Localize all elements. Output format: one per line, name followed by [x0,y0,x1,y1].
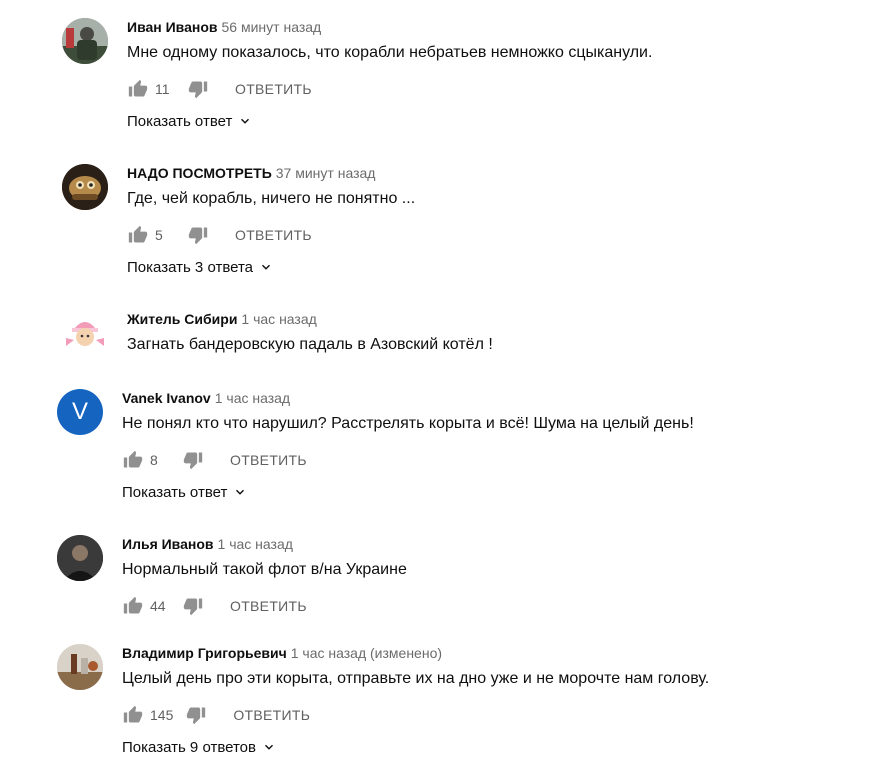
table-photo-avatar-icon [57,644,103,690]
like-button[interactable] [122,704,144,726]
thumb-down-icon [188,79,208,99]
timestamp[interactable]: 56 минут назад [222,19,322,35]
reply-button[interactable]: ОТВЕТИТЬ [235,81,312,97]
soldier-photo-avatar-icon [62,18,108,64]
chevron-down-icon [238,114,252,128]
timestamp[interactable]: 37 минут назад [276,165,376,181]
author-name[interactable]: Иван Иванов [127,19,218,35]
like-button[interactable] [127,78,149,100]
thumb-up-icon [123,705,143,725]
comment-header: Илья Иванов 1 час назад [122,535,407,553]
comment-actions: 11 ОТВЕТИТЬ [127,77,652,101]
show-replies-button[interactable]: Показать 3 ответа [127,255,415,279]
like-count: 5 [155,227,163,243]
like-button[interactable] [127,224,149,246]
timestamp[interactable]: 1 час назад [241,311,316,327]
avatar[interactable] [57,644,103,690]
comment-actions: 44 ОТВЕТИТЬ [122,594,407,618]
author-name[interactable]: Илья Иванов [122,536,214,552]
show-replies-button[interactable]: Показать 9 ответов [122,735,709,759]
man-portrait-avatar-icon [57,535,103,581]
thumb-up-icon [123,450,143,470]
comment-header: Иван Иванов 56 минут назад [127,18,652,36]
like-button[interactable] [122,595,144,617]
comment-text: Мне одному показалось, что корабли небра… [127,44,653,61]
comment-header: Владимир Григорьевич 1 час назад (изменен… [122,644,709,662]
thumb-up-icon [128,225,148,245]
dislike-button[interactable] [182,595,204,617]
show-replies-label: Показать 9 ответов [122,738,256,756]
timestamp[interactable]: 1 час назад [215,390,290,406]
author-name[interactable]: НАДО ПОСМОТРЕТЬ [127,165,272,181]
avatar-letter: V [71,398,88,425]
comment-actions: 145 ОТВЕТИТЬ [122,703,709,727]
reply-button[interactable]: ОТВЕТИТЬ [230,452,307,468]
chevron-down-icon [233,485,247,499]
avatar[interactable] [62,310,108,356]
author-name[interactable]: Житель Сибири [127,311,237,327]
chevron-down-icon [262,740,276,754]
comment-text: Целый день про эти корыта, отправьте их … [122,670,710,687]
chevron-down-icon [259,260,273,274]
dislike-button[interactable] [187,78,209,100]
thumb-down-icon [183,450,203,470]
timestamp[interactable]: 1 час назад [218,536,293,552]
comment-actions: 5 ОТВЕТИТЬ [127,223,415,247]
avatar[interactable] [62,164,108,210]
timestamp[interactable]: 1 час назад (изменено) [291,645,442,661]
thumb-down-icon [183,596,203,616]
pink-hat-child-avatar-icon [62,310,108,356]
thumb-up-icon [128,79,148,99]
reply-button[interactable]: ОТВЕТИТЬ [235,227,312,243]
show-replies-label: Показать ответ [127,112,233,130]
like-count: 11 [155,81,170,97]
comment-header: Житель Сибири 1 час назад [127,310,493,328]
show-replies-label: Показать ответ [122,483,228,501]
comment-header: НАДО ПОСМОТРЕТЬ 37 минут назад [127,164,415,182]
dislike-button[interactable] [187,224,209,246]
like-count: 145 [150,707,174,723]
comment-text: Не понял кто что нарушил? Расстрелять ко… [122,415,694,432]
comment-text: Нормальный такой флот в/на Украине [122,561,407,578]
comment-text: Где, чей корабль, ничего не понятно ... [127,190,416,207]
thumb-up-icon [123,596,143,616]
comment-actions: 8 ОТВЕТИТЬ [122,448,694,472]
avatar[interactable] [57,535,103,581]
comment-header: Vanek Ivanov 1 час назад [122,389,694,407]
thumb-down-icon [188,225,208,245]
thumb-down-icon [186,705,206,725]
dislike-button[interactable] [185,704,207,726]
author-name[interactable]: Vanek Ivanov [122,390,211,406]
like-count: 44 [150,598,166,614]
author-name[interactable]: Владимир Григорьевич [122,645,287,661]
avatar[interactable] [62,18,108,64]
show-replies-button[interactable]: Показать ответ [122,480,694,504]
reply-button[interactable]: ОТВЕТИТЬ [230,598,307,614]
comment-text: Загнать бандеровскую падаль в Азовский к… [127,336,493,353]
like-count: 8 [150,452,158,468]
cartoon-avatar-icon [62,164,108,210]
avatar[interactable]: V [57,389,103,435]
show-replies-button[interactable]: Показать ответ [127,109,652,133]
show-replies-label: Показать 3 ответа [127,258,254,276]
like-button[interactable] [122,449,144,471]
reply-button[interactable]: ОТВЕТИТЬ [233,707,310,723]
dislike-button[interactable] [182,449,204,471]
